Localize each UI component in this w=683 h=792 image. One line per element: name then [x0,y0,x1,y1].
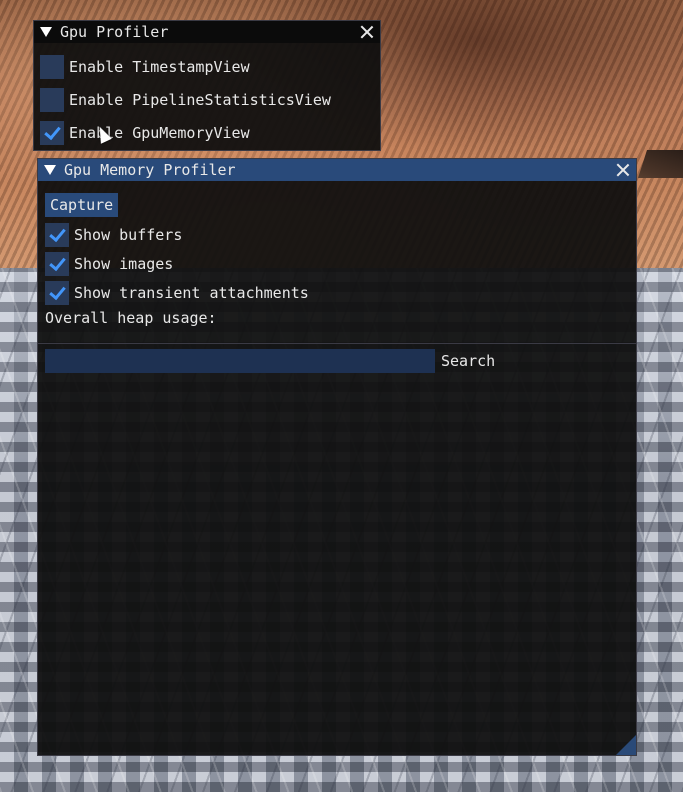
window-title: Gpu Profiler [60,23,169,41]
option-pipeline-statistics-view[interactable]: Enable PipelineStatisticsView [40,83,380,117]
heap-usage-label: Overall heap usage: [45,309,217,327]
search-label: Search [441,352,496,370]
collapse-triangle-icon[interactable] [44,165,56,175]
close-icon[interactable] [616,163,630,177]
capture-button[interactable]: Capture [45,193,119,217]
gpu-memory-profiler-titlebar[interactable]: Gpu Memory Profiler [38,159,636,181]
option-show-transient-attachments[interactable]: Show transient attachments [45,278,629,307]
collapse-triangle-icon[interactable] [40,27,52,37]
option-label: Enable PipelineStatisticsView [69,91,331,109]
pipeline-statistics-view-checkbox[interactable] [40,88,64,112]
resize-grip[interactable] [616,735,636,755]
window-title: Gpu Memory Profiler [64,161,236,179]
close-icon[interactable] [360,25,374,39]
option-timestamp-view[interactable]: Enable TimestampView [40,50,380,83]
show-buffers-checkbox[interactable] [45,222,69,247]
gpu-memory-view-checkbox[interactable] [40,121,64,145]
option-label: Show images [74,254,174,273]
search-input[interactable] [45,349,435,373]
show-transient-attachments-checkbox[interactable] [45,280,69,305]
option-label: Show buffers [74,225,183,244]
timestamp-view-checkbox[interactable] [40,54,64,79]
show-images-checkbox[interactable] [45,251,69,276]
option-show-buffers[interactable]: Show buffers [45,220,629,249]
option-show-images[interactable]: Show images [45,249,629,278]
gpu-profiler-titlebar[interactable]: Gpu Profiler [34,21,380,43]
gpu-memory-profiler-window: Gpu Memory Profiler Capture Show buffers… [37,158,637,756]
gpu-profiler-window: Gpu Profiler Enable TimestampView Enable… [33,20,381,151]
option-gpu-memory-view[interactable]: Enable GpuMemoryView [40,117,380,149]
option-label: Show transient attachments [74,283,309,302]
option-label: Enable TimestampView [69,57,250,76]
